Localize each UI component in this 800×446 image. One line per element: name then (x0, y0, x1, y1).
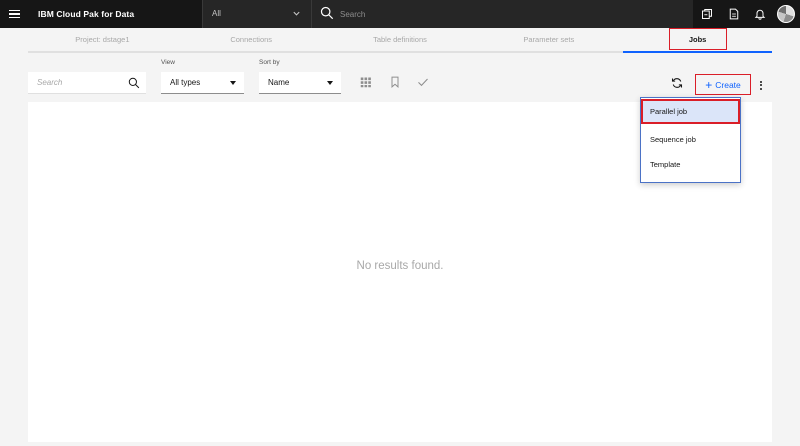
documentation-button[interactable] (720, 0, 748, 28)
catalog-button[interactable] (693, 0, 721, 28)
catalog-icon (702, 9, 712, 19)
hamburger-menu-icon[interactable] (0, 0, 28, 28)
grid-view-icon[interactable] (360, 76, 372, 88)
create-button-label: Create (715, 79, 741, 90)
notifications-button[interactable] (746, 0, 774, 28)
menu-item-template[interactable]: Template (641, 152, 740, 177)
plus-icon: + (705, 77, 713, 92)
create-button[interactable]: + Create (695, 74, 751, 95)
search-icon (320, 6, 334, 20)
tab-table-definitions[interactable]: Table definitions (325, 28, 475, 53)
view-dropdown[interactable]: All types (161, 72, 244, 94)
search-icon[interactable] (128, 77, 140, 89)
jobs-search (28, 72, 146, 94)
global-search-input[interactable] (340, 0, 680, 28)
sort-dropdown-value: Name (268, 78, 290, 87)
document-icon (729, 8, 739, 20)
tab-connections[interactable]: Connections (176, 28, 326, 53)
chevron-down-icon (293, 11, 300, 16)
refresh-icon[interactable] (671, 77, 683, 89)
menu-item-parallel-job[interactable]: Parallel job (641, 99, 740, 124)
view-dropdown-value: All types (170, 78, 201, 87)
empty-state-message: No results found. (356, 260, 444, 272)
search-scope-value: All (212, 9, 221, 18)
sort-label: Sort by (259, 59, 280, 66)
tab-project[interactable]: Project: dstage1 (28, 28, 177, 53)
brand-name: IBM Cloud Pak for Data (38, 9, 135, 19)
menu-item-sequence-job[interactable]: Sequence job (641, 127, 740, 152)
view-label: View (161, 59, 175, 66)
jobs-search-input[interactable] (28, 72, 124, 93)
sort-dropdown[interactable]: Name (259, 72, 341, 94)
search-scope-dropdown[interactable]: All (202, 0, 312, 28)
checkmark-icon[interactable] (417, 76, 429, 88)
caret-down-icon (230, 81, 236, 85)
tab-parameter-sets[interactable]: Parameter sets (474, 28, 624, 53)
create-menu: Parallel job Sequence job Template (640, 97, 741, 183)
project-tabs: Project: dstage1 Connections Table defin… (28, 28, 772, 53)
global-search (312, 0, 693, 28)
user-avatar[interactable] (777, 5, 795, 23)
bell-icon (754, 9, 766, 20)
top-header: IBM Cloud Pak for Data All (0, 0, 800, 28)
bookmark-icon[interactable] (389, 76, 401, 88)
tab-jobs[interactable]: Jobs (623, 28, 772, 53)
overflow-menu-icon[interactable] (755, 78, 767, 92)
caret-down-icon (327, 81, 333, 85)
